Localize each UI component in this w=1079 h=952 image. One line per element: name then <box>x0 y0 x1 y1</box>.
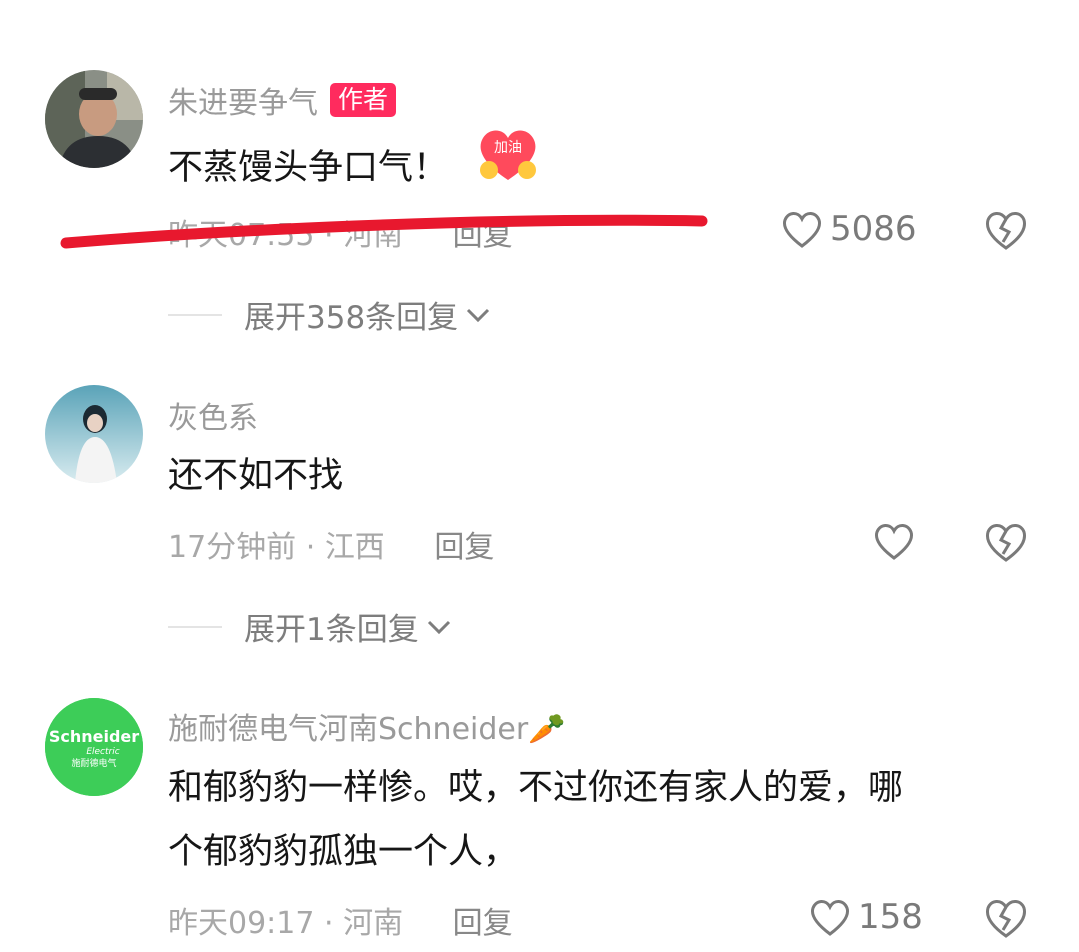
heart-outline-icon <box>783 212 821 248</box>
like-count: 158 <box>858 897 923 937</box>
comment-location: 河南 <box>343 906 404 941</box>
comment-text: 还不如不找 <box>168 456 344 496</box>
chevron-down-icon <box>427 620 450 634</box>
avatar-zhujin[interactable] <box>45 70 143 168</box>
logo-cn-text: 施耐德电气 <box>71 757 116 769</box>
expand-label: 展开358条回复 <box>244 300 459 336</box>
cheer-sticker-icon: 加油 <box>477 124 539 206</box>
comment-text-line-1: 和郁豹豹一样惨。哎，不过你还有家人的爱，哪 <box>168 768 904 808</box>
comment-meta: 昨天09:17 · 河南 回复 <box>168 898 513 942</box>
username-text[interactable]: 施耐德电气河南Schneider🥕 <box>168 704 566 748</box>
like-button[interactable] <box>872 520 916 562</box>
comment-text-line-2: 个郁豹豹孤独一个人， <box>168 832 519 872</box>
broken-heart-icon <box>986 212 1026 250</box>
comment-time: 17分钟前 <box>168 530 297 565</box>
username-text[interactable]: 朱进要争气 <box>168 78 318 122</box>
comment-content: 和郁豹豹一样惨。哎，不过你还有家人的爱，哪 个郁豹豹孤独一个人， <box>168 756 903 884</box>
divider-line <box>168 313 222 316</box>
dislike-button[interactable] <box>983 896 1029 944</box>
comment-meta: 17分钟前 · 江西 回复 <box>168 522 494 566</box>
comment-username[interactable]: 施耐德电气河南Schneider🥕 <box>168 704 566 748</box>
meta-separator: · <box>324 906 344 941</box>
heart-outline-icon <box>811 900 849 936</box>
chevron-down-icon <box>467 308 490 322</box>
like-button[interactable]: 5086 <box>780 208 917 250</box>
expand-label: 展开1条回复 <box>244 612 419 648</box>
broken-heart-icon <box>986 524 1026 562</box>
comment-location: 江西 <box>324 530 385 565</box>
comment-text: 不蒸馒头争口气！ <box>168 148 449 188</box>
expand-replies-button[interactable]: 展开1条回复 <box>168 604 453 649</box>
like-button[interactable]: 158 <box>808 896 923 938</box>
expand-replies-button[interactable]: 展开358条回复 <box>168 292 492 337</box>
reply-button[interactable]: 回复 <box>434 530 494 565</box>
sticker-text: 加油 <box>494 140 522 156</box>
meta-separator: · <box>305 530 325 565</box>
logo-subtext: Electric <box>86 747 119 757</box>
like-count: 5086 <box>830 209 917 249</box>
avatar-schneider[interactable]: Schneider Electric 施耐德电气 <box>45 698 143 796</box>
avatar-huisexi[interactable] <box>45 385 143 483</box>
comment-content: 还不如不找 <box>168 443 343 509</box>
comment-username[interactable]: 朱进要争气 作者 <box>168 78 397 122</box>
divider-line <box>168 625 222 628</box>
username-text[interactable]: 灰色系 <box>168 393 258 437</box>
heart-outline-icon <box>875 524 913 560</box>
comment-username[interactable]: 灰色系 <box>168 393 258 437</box>
dislike-button[interactable] <box>983 208 1029 256</box>
comment-content: 不蒸馒头争口气！ 加油 <box>168 128 539 210</box>
comment-time: 昨天09:17 <box>168 906 315 941</box>
author-badge: 作者 <box>330 83 397 117</box>
dislike-button[interactable] <box>983 520 1029 568</box>
red-strikethrough-annotation <box>60 214 708 249</box>
broken-heart-icon <box>986 900 1026 938</box>
logo-text: Schneider <box>49 727 139 746</box>
reply-button[interactable]: 回复 <box>453 906 513 941</box>
